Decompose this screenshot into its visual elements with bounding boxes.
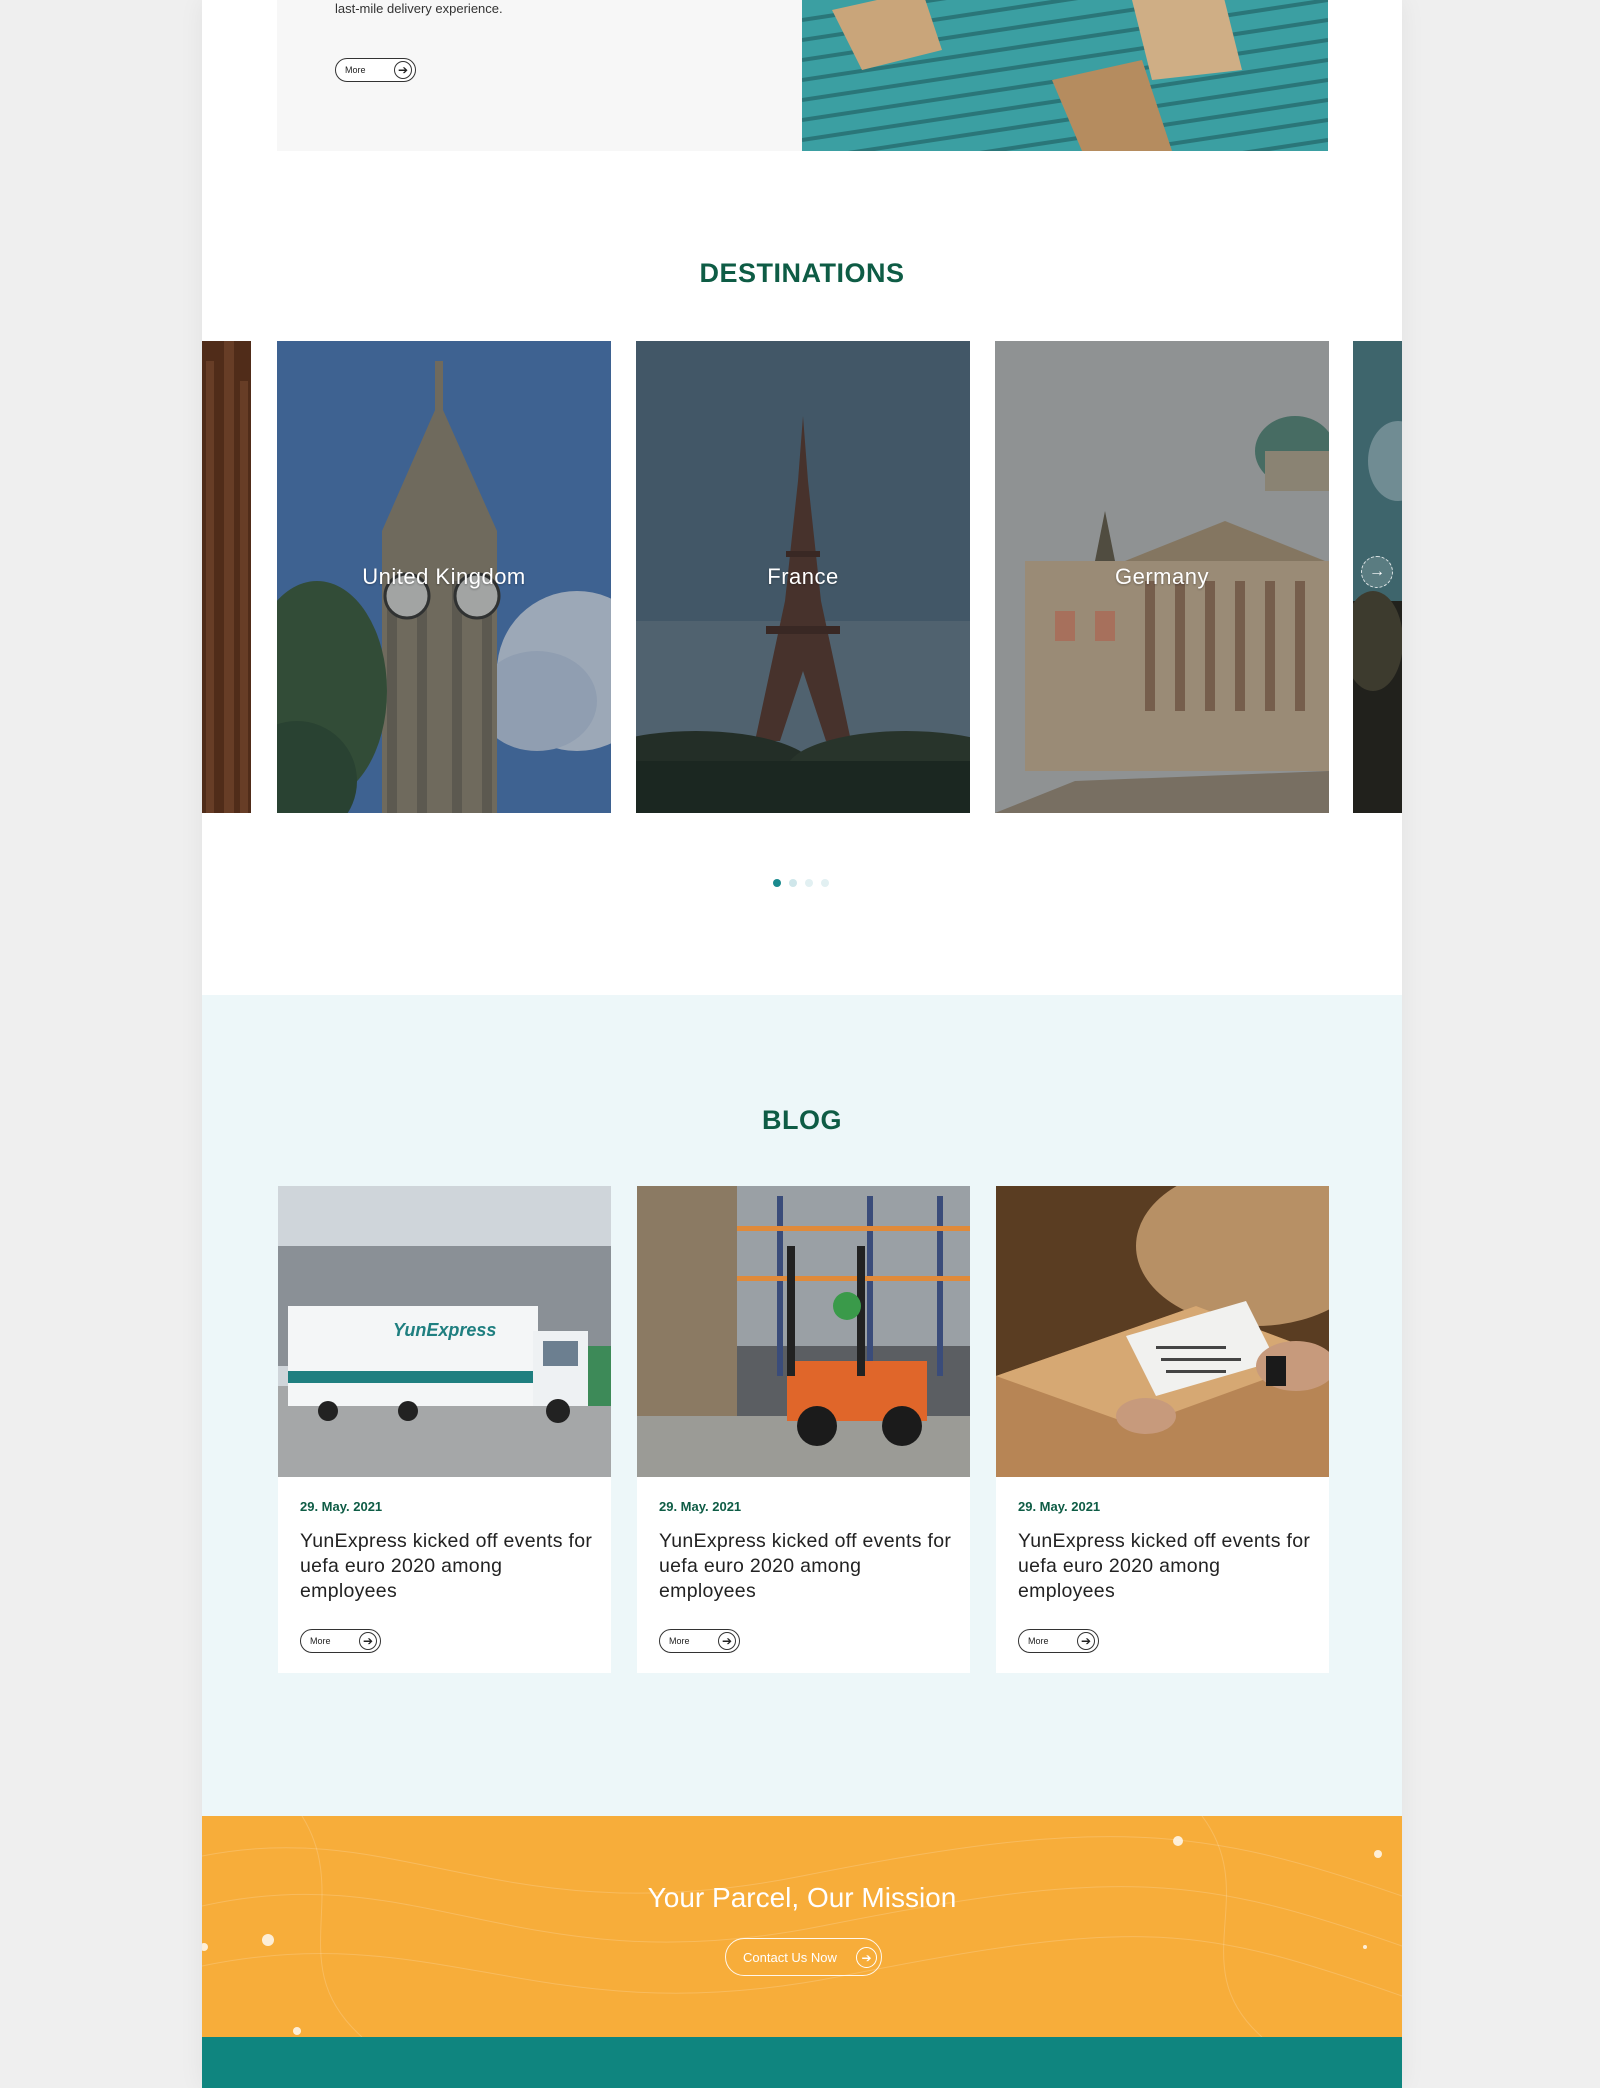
arrow-right-icon: ➔: [359, 1632, 377, 1650]
contact-button-label: Contact Us Now: [743, 1949, 837, 1965]
blog-more-button[interactable]: More ➔: [300, 1629, 381, 1653]
slider-pagination: [773, 879, 829, 887]
blog-date: 29. May. 2021: [659, 1499, 742, 1514]
arrow-right-icon: →: [1369, 563, 1385, 580]
more-button-label: More: [1028, 1636, 1049, 1646]
blog-post-title[interactable]: YunExpress kicked off events for uefa eu…: [659, 1529, 954, 1604]
feature-more-button[interactable]: More ➔: [335, 58, 416, 82]
slider-next-button[interactable]: →: [1361, 556, 1393, 588]
delivery-truck-image: YunExpress: [278, 1186, 611, 1477]
feature-block: last-mile delivery experience. More ➔: [277, 0, 1328, 151]
blog-title: BLOG: [762, 1105, 842, 1135]
page: last-mile delivery experience. More ➔ DE…: [202, 0, 1402, 2088]
arrow-right-icon: ➔: [856, 1947, 877, 1968]
blog-more-button[interactable]: More ➔: [659, 1629, 740, 1653]
destination-card-france[interactable]: France: [636, 341, 970, 813]
pagination-dot-3[interactable]: [805, 879, 813, 887]
blog-date: 29. May. 2021: [300, 1499, 383, 1514]
arrow-right-icon: ➔: [718, 1632, 736, 1650]
blog-card-3[interactable]: 29. May. 2021 YunExpress kicked off even…: [996, 1186, 1329, 1673]
svg-text:YunExpress: YunExpress: [393, 1320, 496, 1340]
more-button-label: More: [669, 1636, 690, 1646]
blog-post-title[interactable]: YunExpress kicked off events for uefa eu…: [300, 1529, 595, 1604]
pagination-dot-1[interactable]: [773, 879, 781, 887]
pagination-dot-4[interactable]: [821, 879, 829, 887]
blog-section: BLOG YunExpress 29. May. 2021 YunExpress: [202, 995, 1402, 1816]
destinations-title: DESTINATIONS: [699, 258, 905, 288]
cta-banner: Your Parcel, Our Mission Contact Us Now …: [202, 1816, 1402, 2037]
destination-label: France: [767, 564, 839, 589]
arrow-right-icon: ➔: [1077, 1632, 1095, 1650]
parcel-box-image: [996, 1186, 1329, 1477]
footer: [202, 2037, 1402, 2088]
blog-card-2[interactable]: 29. May. 2021 YunExpress kicked off even…: [637, 1186, 970, 1673]
more-button-label: More: [345, 65, 366, 75]
forklift-warehouse-image: [637, 1186, 970, 1477]
feature-description: last-mile delivery experience.: [335, 1, 503, 16]
more-button-label: More: [310, 1636, 331, 1646]
blog-card-1[interactable]: YunExpress 29. May. 2021 YunExpress kick…: [278, 1186, 611, 1673]
cta-background-pattern: [202, 1816, 1402, 2037]
blog-more-button[interactable]: More ➔: [1018, 1629, 1099, 1653]
destination-label: United Kingdom: [362, 564, 526, 589]
destination-card-germany[interactable]: Germany: [995, 341, 1329, 813]
blog-date: 29. May. 2021: [1018, 1499, 1101, 1514]
feature-text-panel: last-mile delivery experience. More ➔: [277, 0, 802, 151]
destination-card-united-kingdom[interactable]: United Kingdom: [277, 341, 611, 813]
cta-title: Your Parcel, Our Mission: [647, 1882, 957, 1913]
pagination-dot-2[interactable]: [789, 879, 797, 887]
contact-us-button[interactable]: Contact Us Now ➔: [725, 1938, 882, 1976]
conveyor-belt-image: [802, 0, 1328, 151]
blog-post-title[interactable]: YunExpress kicked off events for uefa eu…: [1018, 1529, 1313, 1604]
destination-card-partial-left[interactable]: [202, 341, 251, 813]
destination-label: Germany: [1115, 564, 1209, 589]
arrow-right-icon: ➔: [394, 61, 412, 79]
